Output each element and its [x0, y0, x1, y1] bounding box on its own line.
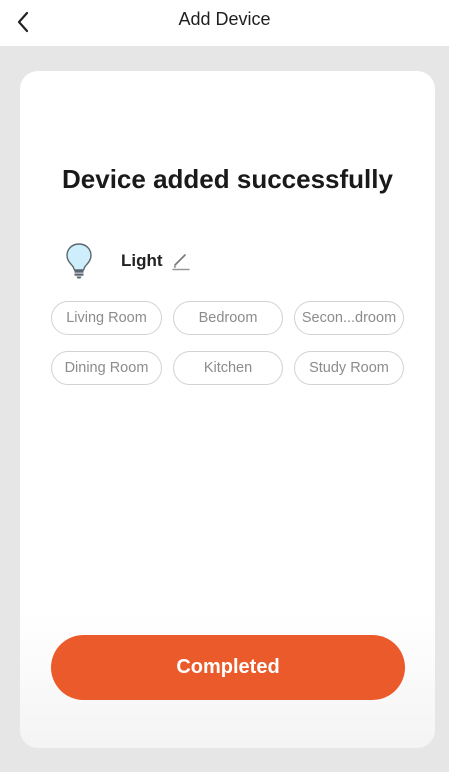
page-title: Add Device [178, 9, 271, 29]
room-chip-kitchen[interactable]: Kitchen [173, 351, 283, 385]
room-chip-study-room[interactable]: Study Room [294, 351, 404, 385]
pencil-icon[interactable] [171, 251, 191, 271]
room-chip-living-room[interactable]: Living Room [51, 301, 162, 335]
completed-button[interactable]: Completed [51, 635, 405, 700]
room-chip-dining-room[interactable]: Dining Room [51, 351, 162, 385]
device-row: Light [65, 241, 191, 281]
success-heading: Device added successfully [62, 164, 393, 194]
device-name: Light [121, 251, 163, 270]
top-bar: Add Device [0, 0, 449, 46]
room-chip-bedroom[interactable]: Bedroom [173, 301, 283, 335]
room-chip-second-bedroom[interactable]: Secon...droom [294, 301, 404, 335]
success-card: Device added successfully Light Living R… [20, 71, 435, 748]
light-bulb-icon [65, 242, 93, 280]
